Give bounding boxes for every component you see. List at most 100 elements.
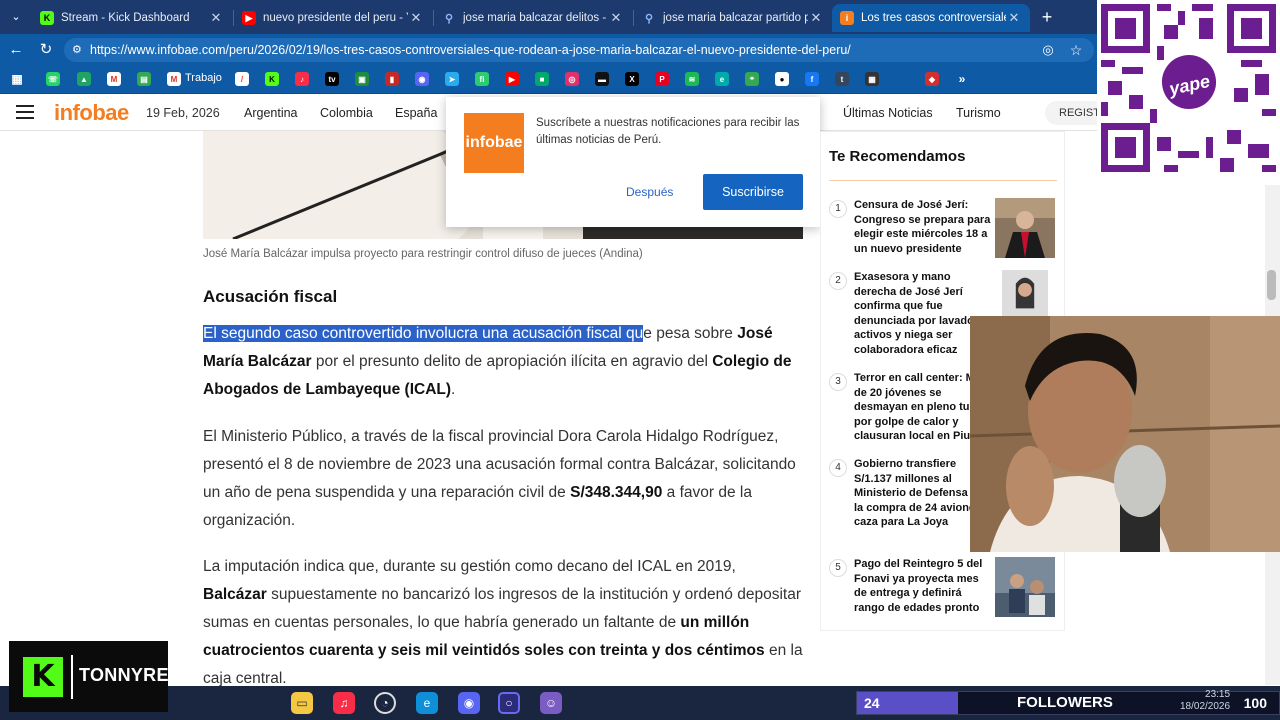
address-bar-row: ← ↻ ⚙ https://www.infobae.com/peru/2026/… [0,34,1280,66]
recommendation-item[interactable]: 1 Censura de José Jerí: Congreso se prep… [829,198,1059,262]
close-icon[interactable]: ✕ [808,10,824,26]
recommendation-thumbnail[interactable] [995,270,1055,316]
close-icon[interactable]: ✕ [208,10,224,26]
close-icon[interactable]: ✕ [608,10,624,26]
tv-icon[interactable]: tv [325,72,339,86]
tab-title: jose maria balcazar partido politico [663,12,808,24]
notification-logo: infobae [464,113,524,173]
paragraph-1: El segundo caso controvertido involucra … [203,325,792,398]
youtube-icon: ▶ [242,11,256,25]
bookmark-trabajo-label[interactable]: Trabajo [185,72,222,84]
music-icon[interactable]: ♪ [295,72,309,86]
discord-app-icon[interactable]: ◉ [458,692,480,714]
tab-title: Stream - Kick Dashboard [61,12,190,24]
infobae-logo[interactable]: infobae [54,100,129,126]
later-button[interactable]: Después [626,185,673,199]
back-arrow-icon[interactable]: ← [6,40,26,60]
tab-search-partido[interactable]: ⚲ jose maria balcazar partido politico ✕ [634,4,832,32]
site-info-icon[interactable]: ⚙ [72,38,82,62]
tab-kick-dashboard[interactable]: K Stream - Kick Dashboard ✕ [32,4,232,32]
github-icon[interactable]: ● [775,72,789,86]
whatsapp-icon[interactable]: ☏ [46,72,60,86]
bookmarks-bar: ▦ ☏ ▲ M ▤ M Trabajo / K ♪ tv ▣ ▮ ◉ ➤ fi … [0,66,1280,94]
red-app-icon[interactable]: ▮ [385,72,399,86]
gmail-trabajo-icon[interactable]: M [167,72,181,86]
infobae-icon: i [840,11,854,25]
facebook-icon[interactable]: f [805,72,819,86]
notification-text: Suscríbete a nuestras notificaciones par… [536,117,800,146]
more-bookmarks-chevron-icon[interactable]: » [955,72,969,86]
red-bookmark-icon[interactable]: ◆ [925,72,939,86]
nav-espana[interactable]: España [395,106,437,120]
rank-badge: 4 [829,459,847,477]
kick-logo: K [23,657,63,697]
nav-colombia[interactable]: Colombia [320,106,373,120]
gmail-icon[interactable]: M [107,72,121,86]
kick-icon: K [40,11,54,25]
nav-argentina[interactable]: Argentina [244,106,298,120]
search-icon: ⚲ [644,12,654,25]
fi-icon[interactable]: fi [475,72,489,86]
kick-bookmark-icon[interactable]: K [265,72,279,86]
followers-count: 24 [857,692,958,714]
tab-youtube[interactable]: ▶ nuevo presidente del peru - YouTube ✕ [234,4,432,32]
discord-icon[interactable]: ◉ [415,72,429,86]
section-title: Acusación fiscal [203,287,338,306]
subscribe-button[interactable]: Suscribirse [703,174,803,210]
telegram-icon[interactable]: ➤ [445,72,459,86]
translate-icon[interactable]: ◎ [1038,40,1058,60]
sheets-icon[interactable]: ▤ [137,72,151,86]
edge-browser-icon[interactable]: e [416,692,438,714]
pdf-icon[interactable]: / [235,72,249,86]
music-app-icon[interactable]: ♫ [333,692,355,714]
maps-icon[interactable]: ⌖ [745,72,759,86]
meet-icon[interactable]: ■ [535,72,549,86]
new-tab-plus-icon[interactable]: + [1037,7,1057,27]
youtube-bookmark-icon[interactable]: ▶ [505,72,519,86]
instagram-icon[interactable]: ◎ [565,72,579,86]
followers-goal: 100 [1243,695,1267,711]
close-icon[interactable]: ✕ [1006,10,1022,26]
reload-icon[interactable]: ↻ [36,40,56,60]
grid-app-icon[interactable]: ▦ [865,72,879,86]
recommendation-item[interactable]: 5 Pago del Reintegro 5 del Fonavi ya pro… [829,557,1059,619]
scrollbar-thumb[interactable] [1267,270,1276,300]
green-app-icon[interactable]: ▣ [355,72,369,86]
spotify-icon[interactable]: ≋ [685,72,699,86]
tab-search-delitos[interactable]: ⚲ jose maria balcazar delitos - Búsqueda… [434,4,632,32]
recommendation-title[interactable]: Censura de José Jerí: Congreso se prepar… [854,198,994,256]
browser-tab-bar: ⌄ K Stream - Kick Dashboard ✕ ▶ nuevo pr… [0,0,1280,34]
recommendation-thumbnail[interactable] [995,557,1055,617]
google-drive-icon[interactable]: ▲ [77,72,91,86]
rank-badge: 1 [829,200,847,218]
tab-title: jose maria balcazar delitos - Búsqueda [463,12,608,24]
tab-list-chevron-icon[interactable]: ⌄ [6,7,26,27]
nav-turismo[interactable]: Turismo [956,106,1001,120]
close-icon[interactable]: ✕ [408,10,424,26]
recommendation-title[interactable]: Pago del Reintegro 5 del Fonavi ya proye… [854,557,994,615]
nav-ultimas-noticias[interactable]: Últimas Noticias [843,106,933,120]
selected-text: El segundo caso controvertido involucra … [203,325,644,342]
file-explorer-icon[interactable]: ▭ [291,692,313,714]
webcam-overlay [970,316,1280,552]
tab-infobae-active[interactable]: i Los tres casos controversiales que ✕ [832,4,1030,32]
kick-streamer-badge: K TONNYREY [9,641,181,712]
url-field[interactable]: ⚙ https://www.infobae.com/peru/2026/02/1… [64,38,1094,62]
bookmark-star-icon[interactable]: ☆ [1066,40,1086,60]
clock-date: 18/02/2026 [1180,701,1231,712]
search-app-icon[interactable]: ○ [498,692,520,714]
system-clock[interactable]: 23:15 18/02/2026 [1180,689,1230,713]
pinterest-icon[interactable]: P [655,72,669,86]
streamer-name: TONNYREY [79,665,182,685]
x-icon[interactable]: X [625,72,639,86]
hamburger-menu-icon[interactable] [16,105,36,121]
black-app-icon[interactable]: ▬ [595,72,609,86]
chat-app-icon[interactable]: ☺ [540,692,562,714]
edge-app-icon[interactable]: e [715,72,729,86]
paragraph-3: La imputación indica que, durante su ges… [203,558,803,687]
recommendation-thumbnail[interactable] [995,198,1055,258]
tumblr-icon[interactable]: t [835,72,849,86]
paragraph-2: El Ministerio Público, a través de la fi… [203,428,796,529]
apps-grid-icon[interactable]: ▦ [10,72,24,86]
obs-icon[interactable]: ◔ [374,692,396,714]
